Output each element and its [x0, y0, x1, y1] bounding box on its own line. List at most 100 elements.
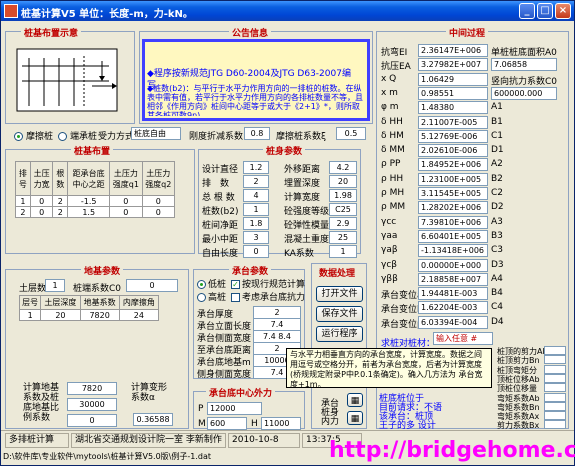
force-mode-label: 受力方式: [98, 132, 135, 142]
middle-value: 2.02610E-006: [418, 144, 488, 158]
close-button[interactable]: ×: [555, 3, 571, 19]
pile-param-input-2[interactable]: 25: [329, 231, 357, 244]
middle-value: 3.11545E+005: [418, 187, 488, 200]
pile-param-input-2[interactable]: C25: [329, 203, 357, 216]
cell[interactable]: 7820: [79, 309, 120, 321]
pile-param-label-2: 砼弹性模量: [284, 221, 330, 231]
cell[interactable]: 2: [15, 206, 31, 218]
middle-right-label: C2: [491, 188, 504, 198]
cell[interactable]: 24: [118, 309, 160, 321]
p-label: P: [198, 404, 204, 414]
middle-right-value: 600000.000: [491, 86, 557, 100]
m-label: M: [198, 419, 206, 429]
pile-param-input[interactable]: 1.8: [243, 217, 269, 230]
middle-right-label: A1: [491, 102, 503, 113]
middle-right-label: C3: [491, 245, 504, 256]
cap-calc-button[interactable]: ▦: [347, 393, 363, 407]
cell[interactable]: 0: [109, 195, 143, 207]
title-bar[interactable]: 桩基计算V5 单位：长度-m，力-kN。 _ □ ×: [1, 1, 574, 21]
cell[interactable]: 0: [109, 206, 143, 218]
cell[interactable]: 2: [52, 195, 69, 207]
middle-value: 1.48380: [418, 101, 488, 115]
pile-param-input[interactable]: 0: [243, 245, 269, 258]
input-prompt[interactable]: 输入任意 #: [433, 332, 493, 345]
pile-param-input[interactable]: 3: [243, 231, 269, 244]
middle-process-title: 中间过程: [446, 26, 489, 39]
low-pile-radio[interactable]: [197, 280, 206, 289]
status-mode: 多排桩计算: [5, 433, 69, 448]
middle-value: 1.23100E+005: [418, 172, 488, 186]
maximize-button[interactable]: □: [537, 3, 553, 19]
pile-param-input-2[interactable]: 20: [329, 175, 357, 188]
h-input[interactable]: 11000: [261, 417, 301, 430]
table-row[interactable]: 1 20 7820 24: [18, 309, 160, 321]
middle-right-label: 单桩桩底面积A0: [491, 48, 557, 58]
pile-force-button[interactable]: ▦: [347, 411, 363, 425]
pile-param-input-2[interactable]: 1.98: [329, 189, 357, 202]
middle-label: 抗弯EI: [381, 48, 408, 58]
cell[interactable]: 0: [141, 195, 176, 207]
soil-layers-label: 土层数: [19, 284, 47, 294]
pile-param-input-2[interactable]: 2.9: [329, 217, 357, 230]
pile-param-label-2: 混凝土重度: [284, 235, 330, 245]
cell[interactable]: -1.5: [67, 195, 111, 207]
pile-param-input[interactable]: 1.2: [243, 161, 269, 174]
deform-coef-value: 0.36588: [133, 413, 173, 426]
high-pile-label: 高桩: [208, 293, 227, 303]
end-pile-radio[interactable]: [58, 132, 67, 141]
middle-label: γcc: [381, 216, 397, 227]
minimize-button[interactable]: _: [519, 3, 535, 19]
pile-param-input-2[interactable]: 4.2: [329, 161, 357, 174]
open-file-button[interactable]: 打开文件: [316, 286, 363, 302]
pile-param-input-2[interactable]: 1: [329, 245, 357, 258]
cell[interactable]: 0: [29, 206, 54, 218]
soil-layers-input[interactable]: 1: [45, 279, 65, 292]
table-row[interactable]: 2 0 2 1.5 0 0: [15, 206, 176, 218]
run-program-button[interactable]: 运行程序: [316, 326, 363, 342]
cell[interactable]: 1.5: [67, 206, 111, 218]
friction-pile-radio[interactable]: [14, 132, 23, 141]
middle-value: 2.11007E-005: [418, 115, 488, 129]
middle-label: γββ: [381, 273, 398, 284]
middle-label: 承台变位β: [381, 319, 423, 330]
pile-param-label: 设计直径: [202, 165, 239, 175]
middle-value: 0.00000E+000: [418, 258, 488, 272]
middle-value: 2.36147E+006: [418, 44, 488, 57]
middle-right-label: D2: [491, 202, 504, 213]
middle-value: 1.94481E-003: [418, 287, 488, 301]
cap-coef-input[interactable]: 0: [126, 279, 178, 292]
middle-label: γaβ: [381, 245, 398, 256]
middle-label: δ HH: [381, 116, 403, 127]
friction-coef-input[interactable]: 0.5: [336, 127, 366, 140]
middle-right-label: B4: [491, 288, 503, 299]
cell[interactable]: 2: [52, 206, 69, 218]
pile-param-input[interactable]: 2: [243, 175, 269, 188]
watermark-text: http://bridgehome.cn: [329, 438, 575, 463]
soil-layer-table[interactable]: 层号 土层深度 地基系数 内摩擦角 1 20 7820 24: [18, 295, 160, 321]
pile-param-input[interactable]: 1: [243, 203, 269, 216]
p-input[interactable]: 12000: [207, 402, 262, 415]
force-mode-select[interactable]: 桩底自由: [131, 127, 181, 140]
high-pile-radio[interactable]: [197, 293, 206, 302]
middle-value: 3.27982E+007: [418, 58, 488, 72]
col-header: 地基系数: [79, 295, 120, 310]
m-input[interactable]: 600: [207, 417, 247, 430]
cell[interactable]: 1: [18, 309, 42, 321]
pile-layout-diagram: [16, 48, 118, 112]
window-title: 桩基计算V5 单位：长度-m，力-kN。: [21, 9, 193, 20]
save-file-button[interactable]: 保存文件: [316, 306, 363, 322]
pile-param-input[interactable]: 4: [243, 189, 269, 202]
cap-external-title: 承台底中心外力: [206, 386, 276, 399]
cap-bottom-resist-checkbox[interactable]: [231, 293, 240, 302]
table-row[interactable]: 1 0 2 -1.5 0 0: [15, 195, 176, 207]
current-code-checkbox[interactable]: ✓: [231, 280, 240, 289]
extra-row-value: [544, 420, 566, 430]
cell[interactable]: 1: [15, 195, 31, 207]
cell[interactable]: 0: [29, 195, 54, 207]
cap-param-label: 侧身侧面宽度: [197, 370, 252, 380]
cell[interactable]: 0: [141, 206, 176, 218]
cell[interactable]: 20: [40, 309, 81, 321]
col-header: 层号: [18, 295, 42, 310]
pile-layout-table[interactable]: 排号 土压力宽 根数 距承台底中心之距 土压力强度q1 土压力强度q2 1 0 …: [15, 161, 176, 218]
rigid-coef-input[interactable]: 0.8: [244, 127, 270, 140]
